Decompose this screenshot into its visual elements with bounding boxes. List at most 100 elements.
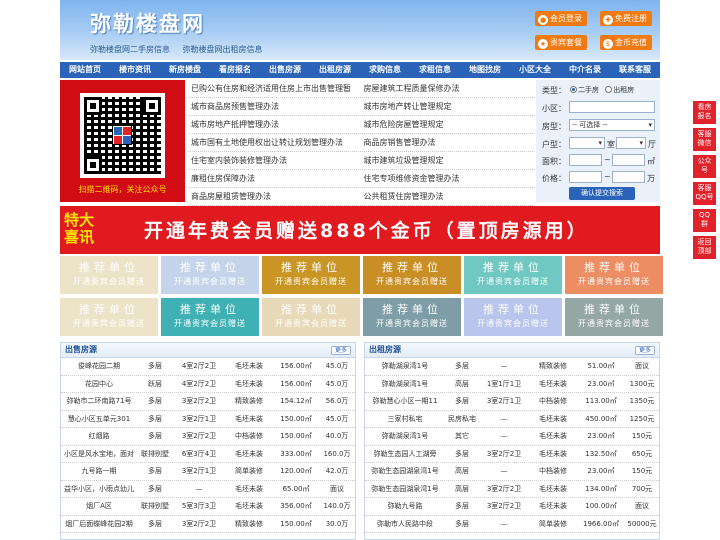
table-cell: 42.0万 <box>325 467 349 475</box>
table-row[interactable]: 弥勒生态园人工湖旁 多层 3室2厅2卫 毛坯未装 132.50㎡ 650元 <box>365 446 659 463</box>
side-qq-button[interactable]: 客服 QQ号 <box>693 182 716 205</box>
house-type-select[interactable]: -- 可选择 -- ▾ <box>569 119 655 131</box>
table-row[interactable]: 烟厂后面蝶峰花园2期 多层 3室2厅2卫 精致装修 150.00㎡ 30.0万 <box>61 516 355 533</box>
side-qq-group-button[interactable]: QQ 群 <box>693 209 716 232</box>
recommended-unit-tile[interactable]: 推荐单位 开通贵宾会员赠送 <box>60 298 158 336</box>
table-row[interactable]: 三家村私宅 民房私宅 — 毛坯未装 450.00㎡ 1250元 <box>365 411 659 428</box>
sale-more-button[interactable]: 更多 <box>330 346 351 355</box>
policy-link[interactable]: 城市建筑垃圾管理规定 <box>361 152 534 169</box>
table-row[interactable]: 小区是风水宝地，面对 联排别墅 6室3厅4卫 毛坯未装 333.00㎡ 160.0万 <box>61 446 355 463</box>
recommended-unit-tile[interactable]: 推荐单位 开通贵宾会员赠送 <box>565 298 663 336</box>
area-max-input[interactable] <box>612 154 645 166</box>
recommended-unit-tile[interactable]: 推荐单位 开通贵宾会员赠送 <box>262 256 360 294</box>
table-row[interactable]: 弥勒九号路 多层 3室2厅2卫 毛坯未装 100.00㎡ 面议 <box>365 498 659 516</box>
room-select[interactable]: ▾ <box>569 137 605 149</box>
table-row[interactable]: 弥勒生态园湖泉湾1号 高层 3室2厅2卫 毛坯未装 134.00㎡ 700元 <box>365 481 659 498</box>
vip-package-button[interactable]: ★ 贵宾套餐 <box>535 35 587 50</box>
policy-link[interactable]: 城市国有土地使用权出让转让规划管理办法 <box>188 134 361 151</box>
nav-new-homes[interactable]: 新房楼盘 <box>160 62 210 78</box>
login-button[interactable]: ● 会员登录 <box>535 11 587 26</box>
table-row[interactable]: 益华小区，小雨点幼儿 多层 — 毛坯未装 65.00㎡ 面议 <box>61 481 355 498</box>
coin-recharge-button[interactable]: $ 金币充值 <box>600 35 652 50</box>
search-submit-button[interactable]: 确认提交搜索 <box>569 187 635 200</box>
recommended-unit-tile[interactable]: 推荐单位 开通贵宾会员赠送 <box>262 298 360 336</box>
tile-title: 推荐单位 <box>281 303 341 316</box>
policy-link[interactable]: 住宅室内装饰装修管理办法 <box>188 152 361 169</box>
table-row[interactable]: 弥勒湖泉湾1号 多层 — 精致装修 51.00㎡ 面议 <box>365 358 659 376</box>
policy-link[interactable]: 城市房地产抵押管理办法 <box>188 116 361 133</box>
nav-wanted-buy[interactable]: 求购信息 <box>360 62 410 78</box>
table-row[interactable]: 俊峰花园二期 多层 4室2厅2卫 毛坯未装 156.00㎡ 45.0万 <box>61 358 355 376</box>
table-row[interactable]: 九号路一期 多层 3室2厅1卫 简单装修 120.00㎡ 42.0万 <box>61 463 355 481</box>
table-row[interactable]: 花园中心 跃层 4室2厅2卫 毛坯未装 156.00㎡ 45.0万 <box>61 376 355 393</box>
link-row: 住宅室内装饰装修管理办法 城市建筑垃圾管理规定 <box>188 152 533 170</box>
area-min-input[interactable] <box>569 154 602 166</box>
nav-wanted-rent[interactable]: 求租信息 <box>410 62 460 78</box>
promo-banner[interactable]: 特大 喜讯 开通年费会员赠送888个金币（置顶房源用） <box>60 206 660 254</box>
price-max-input[interactable] <box>612 171 645 183</box>
table-row[interactable]: 慧心小区五单元301 多层 3室2厅1卫 毛坯未装 150.00㎡ 45.0万 <box>61 411 355 428</box>
table-cell: 精致装修 <box>235 519 263 528</box>
table-cell: 多层 <box>148 362 162 370</box>
table-cell: 45.0万 <box>325 362 349 370</box>
nav-communities[interactable]: 小区大全 <box>510 62 560 78</box>
table-row[interactable]: 弥勒市二环南路71号 多层 3室2厅2卫 精致装修 154.12㎡ 56.0万 <box>61 393 355 411</box>
policy-link[interactable]: 城市危险房屋管理规定 <box>361 116 534 133</box>
tile-title: 推荐单位 <box>584 303 644 316</box>
recommended-unit-tile[interactable]: 推荐单位 开通贵宾会员赠送 <box>60 256 158 294</box>
nav-map-search[interactable]: 地图找房 <box>460 62 510 78</box>
table-cell: 多层 <box>148 484 162 493</box>
area-label: 面积： <box>542 157 566 166</box>
table-cell: 3室2厅2卫 <box>486 484 522 493</box>
table-cell: 烟厂A区 <box>86 502 112 510</box>
nav-viewing-signup[interactable]: 看房报名 <box>210 62 260 78</box>
table-cell: 23.00㎡ <box>587 467 615 475</box>
side-wechat-button[interactable]: 客服 微信 <box>693 128 716 151</box>
table-row[interactable]: 弥勒慧心小区一期11 多层 3室2厅1卫 中档装修 113.00㎡ 1350元 <box>365 393 659 411</box>
policy-link[interactable]: 廉租住房保障办法 <box>188 170 361 187</box>
recommended-unit-tile[interactable]: 推荐单位 开通贵宾会员赠送 <box>363 298 461 336</box>
policy-link[interactable]: 已购公有住房和经济适用住房上市出售管理暂 <box>188 80 361 97</box>
nav-for-rent[interactable]: 出租房源 <box>310 62 360 78</box>
community-input[interactable] <box>569 101 655 113</box>
table-row[interactable]: 红烟路 多层 3室2厅2卫 中档装修 150.00㎡ 40.0万 <box>61 428 355 446</box>
recommended-unit-tile[interactable]: 推荐单位 开通贵宾会员赠送 <box>565 256 663 294</box>
sub-link-rent[interactable]: 弥勒楼盘网出租房信息 <box>183 45 263 54</box>
side-official-account-button[interactable]: 公众 号 <box>693 155 716 178</box>
table-row[interactable]: 弥勒市人民路中段 多层 — 简单装修 1966.00㎡ 50000元 <box>365 516 659 533</box>
rent-more-button[interactable]: 更多 <box>634 346 655 355</box>
policy-link[interactable]: 商品房销售管理办法 <box>361 134 534 151</box>
table-cell: 100.00㎡ <box>585 502 617 510</box>
nav-home[interactable]: 网站首页 <box>60 62 110 78</box>
hall-select[interactable]: ▾ <box>616 137 646 149</box>
table-row[interactable]: 弥勒湖泉湾1号 高层 1室1厅1卫 毛坯未装 23.00㎡ 1300元 <box>365 376 659 393</box>
table-row[interactable]: 烟厂A区 联排别墅 5室3厅3卫 毛坯未装 356.00㎡ 140.0万 <box>61 498 355 516</box>
side-viewing-signup-button[interactable]: 看房 报名 <box>693 101 716 124</box>
policy-link[interactable]: 住宅专项维修资金管理办法 <box>361 170 534 187</box>
policy-link[interactable]: 城市房地产转让管理规定 <box>361 98 534 115</box>
policy-link[interactable]: 公共租赁住房管理办法 <box>361 188 534 205</box>
back-to-top-button[interactable]: 返回 顶部 <box>693 236 716 259</box>
sub-link-sale[interactable]: 弥勒楼盘网二手房信息 <box>90 45 170 54</box>
nav-agents[interactable]: 中介名录 <box>560 62 610 78</box>
policy-link[interactable]: 城市商品房预售管理办法 <box>188 98 361 115</box>
table-cell: 花园中心 <box>85 379 113 388</box>
nav-support[interactable]: 联系客服 <box>610 62 660 78</box>
radio-secondhand[interactable] <box>570 86 577 93</box>
policy-link[interactable]: 商品房屋租赁管理办法 <box>188 188 361 205</box>
price-min-input[interactable] <box>569 171 602 183</box>
recommended-unit-tile[interactable]: 推荐单位 开通贵宾会员赠送 <box>464 256 562 294</box>
nav-for-sale[interactable]: 出售房源 <box>260 62 310 78</box>
recommended-unit-tile[interactable]: 推荐单位 开通贵宾会员赠送 <box>464 298 562 336</box>
table-row[interactable]: 弥勒生态园湖泉湾1号 高层 — 中档装修 23.00㎡ 150元 <box>365 463 659 481</box>
register-button[interactable]: ✚ 免费注册 <box>600 11 652 26</box>
nav-news[interactable]: 楼市资讯 <box>110 62 160 78</box>
recommended-unit-tile[interactable]: 推荐单位 开通贵宾会员赠送 <box>363 256 461 294</box>
site-logo[interactable]: 弥勒楼盘网 <box>90 8 205 38</box>
table-cell: 50000元 <box>627 519 657 528</box>
table-row[interactable]: 弥勒湖泉湾1号 其它 — 毛坯未装 23.00㎡ 150元 <box>365 428 659 446</box>
recommended-unit-tile[interactable]: 推荐单位 开通贵宾会员赠送 <box>161 256 259 294</box>
recommended-unit-tile[interactable]: 推荐单位 开通贵宾会员赠送 <box>161 298 259 336</box>
radio-rental[interactable] <box>605 86 613 93</box>
policy-link[interactable]: 房屋建筑工程质量保修办法 <box>361 80 534 97</box>
